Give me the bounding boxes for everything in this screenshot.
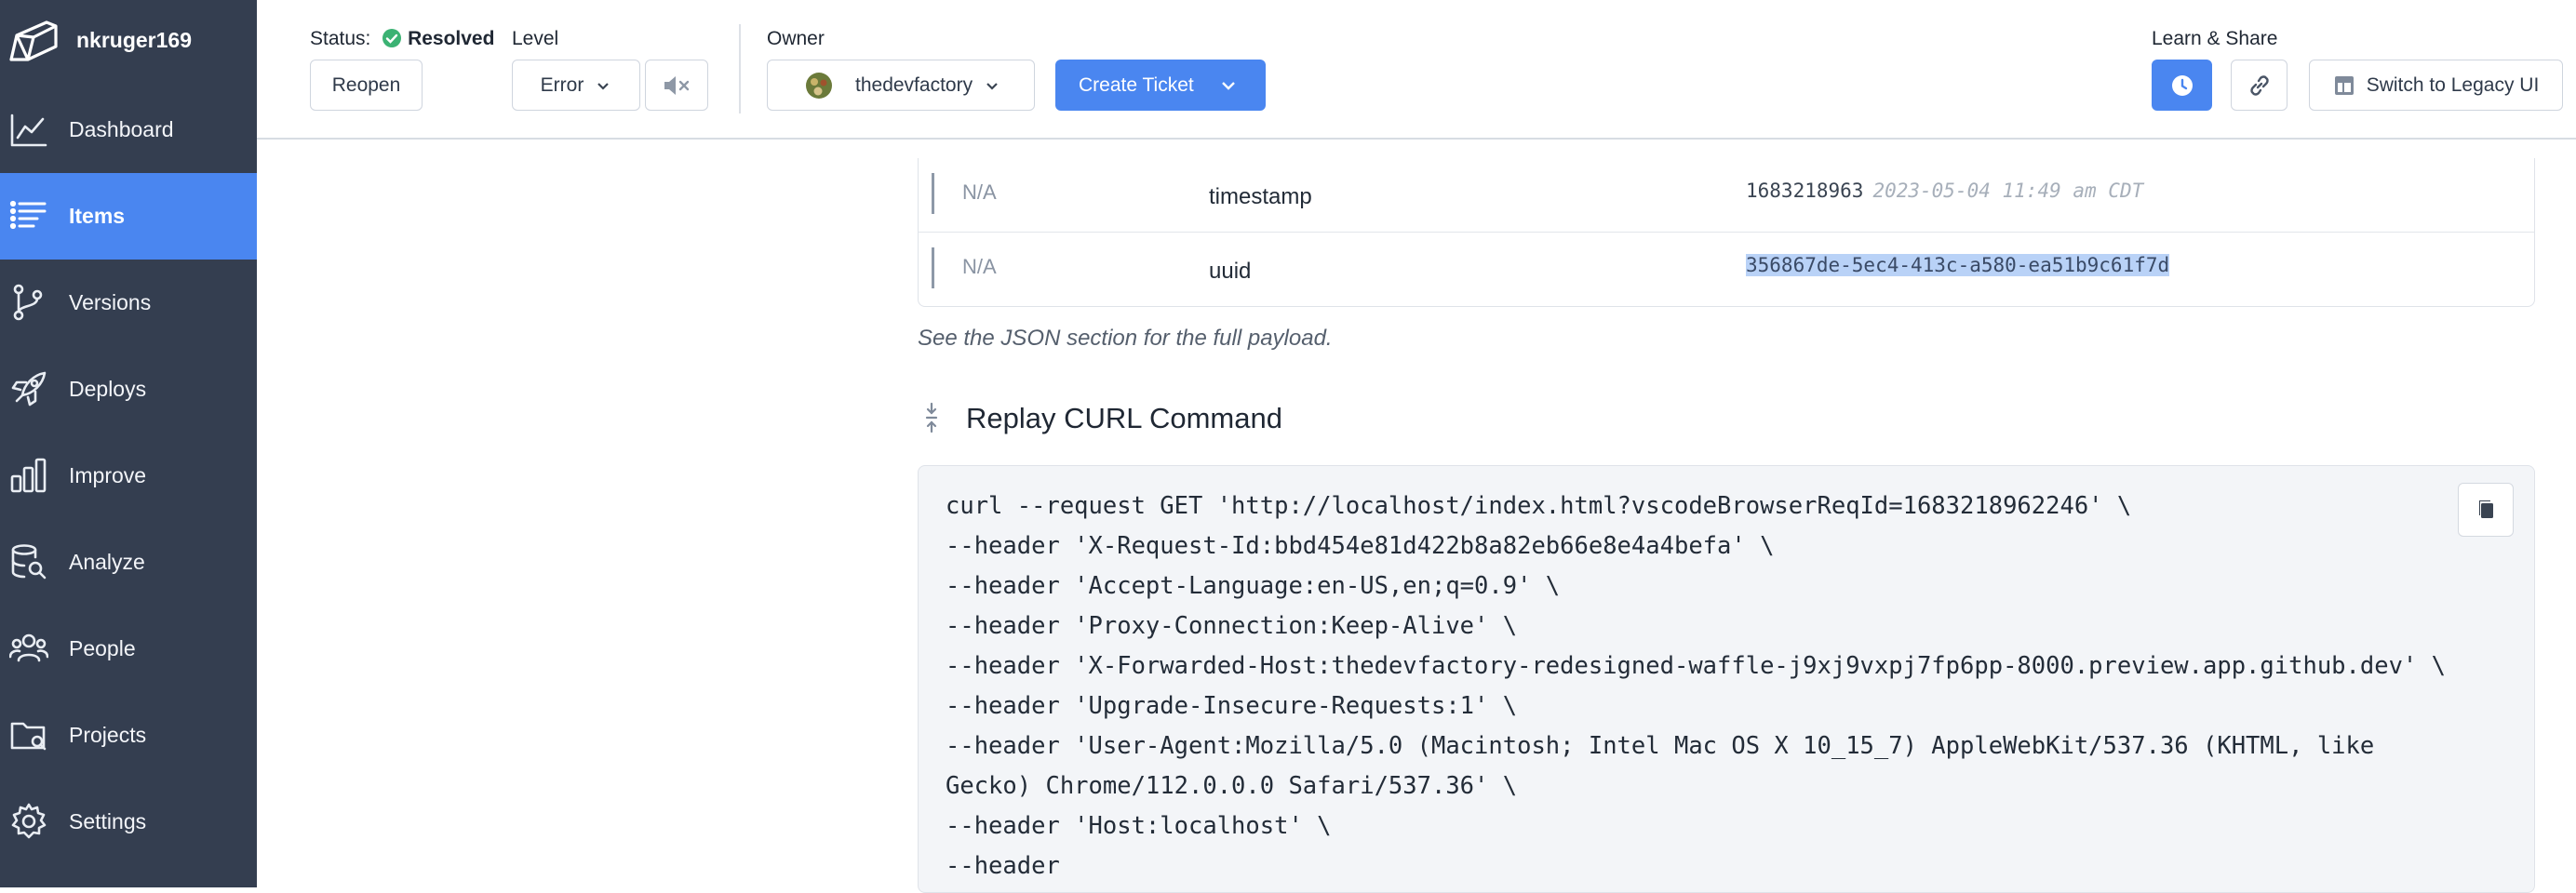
param-value[interactable]: 356867de-5ec4-413c-a580-ea51b9c61f7d: [1746, 254, 2170, 276]
owner-avatar: [806, 72, 832, 99]
sidebar-item-analyze[interactable]: Analyze: [0, 519, 257, 606]
param-key: timestamp: [1209, 184, 1312, 209]
curl-code-block: curl --request GET 'http://localhost/ind…: [918, 465, 2535, 893]
param-type: N/A: [962, 255, 997, 278]
bar-chart-icon: [10, 458, 47, 493]
history-button[interactable]: [2152, 60, 2212, 111]
rocket-icon: [11, 371, 47, 407]
toolbar-divider: [739, 24, 741, 113]
top-toolbar: Status: Resolved Reopen Level Error Owne…: [257, 0, 2576, 140]
people-icon: [9, 633, 48, 662]
status-field: Status: Resolved: [310, 28, 494, 50]
sidebar-item-label: Improve: [69, 463, 147, 487]
sidebar-item-label: People: [69, 636, 136, 660]
learn-share-label: Learn & Share: [2152, 28, 2278, 49]
table-row: N/A uuid 356867de-5ec4-413c-a580-ea51b9c…: [919, 232, 2534, 304]
copy-button[interactable]: [2458, 483, 2514, 537]
chevron-down-icon: [986, 82, 998, 90]
param-value-text: 356867de-5ec4-413c-a580-ea51b9c61f7d: [1746, 254, 2170, 276]
chevron-down-icon: [597, 82, 610, 90]
payload-note: See the JSON section for the full payloa…: [918, 326, 1333, 351]
collapse-icon[interactable]: [923, 402, 940, 433]
section-title: Replay CURL Command: [966, 402, 1282, 434]
sidebar-item-improve[interactable]: Improve: [0, 433, 257, 519]
request-params-table: N/A timestamp 1683218963 2023-05-04 11:49…: [918, 158, 2535, 307]
sidebar-item-label: Settings: [69, 809, 147, 833]
row-indicator: [932, 173, 934, 214]
gear-icon: [11, 803, 47, 839]
owner-value: thedevfactory: [855, 73, 973, 96]
switch-legacy-ui-label: Switch to Legacy UI: [2366, 73, 2540, 96]
param-value[interactable]: 1683218963 2023-05-04 11:49 am CDT: [1746, 180, 2143, 202]
param-key: uuid: [1209, 259, 1252, 284]
owner-label: Owner: [767, 28, 825, 49]
sidebar: nkruger169 Dashboard Items Versions Depl…: [0, 0, 257, 887]
switch-legacy-ui-button[interactable]: Switch to Legacy UI: [2309, 60, 2563, 111]
sidebar-item-label: Projects: [69, 723, 147, 747]
sidebar-item-projects[interactable]: Projects: [0, 692, 257, 779]
row-indicator: [932, 247, 934, 288]
param-type: N/A: [962, 180, 997, 204]
list-icon: [9, 200, 47, 230]
level-value: Error: [540, 73, 584, 96]
sidebar-item-label: Deploys: [69, 377, 147, 401]
create-ticket-label: Create Ticket: [1079, 74, 1194, 96]
table-row: N/A timestamp 1683218963 2023-05-04 11:49…: [919, 158, 2534, 231]
sidebar-item-label: Versions: [69, 290, 152, 314]
sidebar-item-label: Items: [69, 204, 126, 228]
sidebar-item-items[interactable]: Items: [0, 173, 257, 260]
git-branch-icon: [13, 284, 43, 321]
sidebar-item-label: Dashboard: [69, 117, 174, 141]
reopen-button-label: Reopen: [331, 73, 401, 96]
brand-header[interactable]: nkruger169: [0, 0, 257, 84]
param-datetime: 2023-05-04 11:49 am CDT: [1872, 180, 2144, 202]
username: nkruger169: [76, 28, 193, 52]
param-value-text: 1683218963: [1746, 180, 1864, 202]
clipboard-icon: [2479, 500, 2493, 518]
reopen-button[interactable]: Reopen: [310, 60, 423, 111]
database-search-icon: [11, 544, 47, 580]
copy-link-button[interactable]: [2231, 60, 2288, 111]
volume-mute-icon: [664, 75, 690, 95]
mute-button[interactable]: [645, 60, 708, 111]
status-value: Resolved: [408, 28, 495, 49]
owner-select[interactable]: thedevfactory: [767, 60, 1035, 111]
check-circle-icon: [382, 29, 402, 47]
link-icon: [2249, 74, 2269, 96]
sidebar-item-dashboard[interactable]: Dashboard: [0, 87, 257, 173]
sidebar-item-versions[interactable]: Versions: [0, 260, 257, 346]
create-ticket-button[interactable]: Create Ticket: [1055, 60, 1266, 111]
folder-icon: [10, 722, 47, 751]
level-select[interactable]: Error: [512, 60, 640, 111]
status-label: Status:: [310, 28, 371, 49]
chart-line-icon: [10, 113, 47, 147]
layout-icon: [2334, 75, 2354, 95]
chevron-down-icon[interactable]: [1219, 76, 1238, 95]
sidebar-item-label: Analyze: [69, 550, 145, 574]
curl-command-text[interactable]: curl --request GET 'http://localhost/ind…: [946, 486, 2446, 886]
rollbar-logo-icon: [9, 20, 58, 61]
sidebar-item-people[interactable]: People: [0, 606, 257, 692]
clock-icon: [2171, 74, 2193, 96]
sidebar-item-deploys[interactable]: Deploys: [0, 346, 257, 433]
level-label: Level: [512, 28, 559, 49]
sidebar-item-settings[interactable]: Settings: [0, 779, 257, 865]
